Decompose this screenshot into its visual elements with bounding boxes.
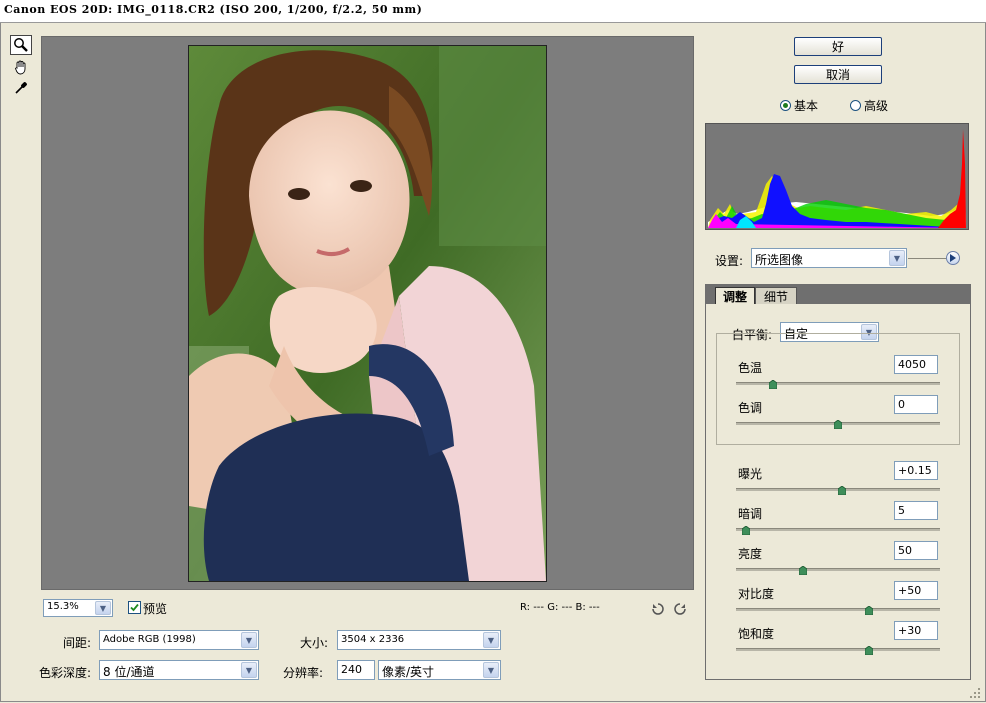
chevron-down-icon: ▼	[95, 601, 111, 615]
zoom-tool-button[interactable]	[10, 35, 32, 55]
saturation-slider-thumb[interactable]	[864, 644, 873, 656]
saturation-label: 饱和度	[738, 627, 775, 641]
checkmark-icon	[130, 603, 139, 612]
chevron-down-icon: ▼	[241, 632, 257, 648]
histogram	[705, 123, 969, 230]
color-space-value: Adobe RGB (1998)	[103, 634, 196, 645]
photo-image	[189, 46, 546, 581]
bit-depth-value: 8 位/通道	[103, 665, 155, 679]
shadows-input[interactable]: 5	[894, 501, 938, 520]
cancel-button[interactable]: 取消	[794, 65, 882, 84]
size-value: 3504 x 2336	[341, 634, 405, 645]
preview-checkbox[interactable]	[128, 601, 141, 614]
temp-label: 色温	[738, 361, 763, 375]
settings-value: 所选图像	[755, 253, 804, 267]
size-label: 大小:	[300, 636, 329, 650]
hand-icon	[15, 60, 26, 75]
radio-selected-indicator	[780, 100, 791, 111]
play-arrow-icon	[950, 254, 956, 262]
chevron-down-icon: ▼	[241, 662, 257, 678]
mode-advanced-radio[interactable]: 高级	[850, 97, 888, 114]
resolution-input[interactable]: 240	[337, 660, 375, 680]
color-space-select[interactable]: Adobe RGB (1998) ▼	[99, 630, 259, 650]
temp-slider-thumb[interactable]	[768, 378, 778, 390]
rgb-readout: R: --- G: --- B: ---	[520, 602, 600, 613]
mode-basic-label: 基本	[794, 99, 819, 113]
bit-depth-select[interactable]: 8 位/通道 ▼	[99, 660, 259, 680]
exposure-slider-thumb[interactable]	[837, 484, 847, 496]
radio-unselected-indicator	[850, 100, 861, 111]
title-bar: Canon EOS 20D: IMG_0118.CR2 (ISO 200, 1/…	[0, 0, 986, 23]
settings-divider	[908, 258, 946, 259]
tab-detail[interactable]: 细节	[755, 287, 797, 304]
exposure-label: 曝光	[738, 467, 763, 481]
size-select[interactable]: 3504 x 2336 ▼	[337, 630, 501, 650]
brightness-label: 亮度	[738, 547, 763, 561]
temp-input[interactable]: 4050	[894, 355, 938, 374]
shadows-label: 暗调	[738, 507, 763, 521]
adjustment-panel: 调整 细节 白平衡: 自定 ▼ 色温 4050 色调 0 曝光 +0.15 暗调 5 亮度 50 对…	[705, 284, 971, 680]
zoom-select[interactable]: 15.3% ▼	[43, 599, 113, 617]
zoom-value: 15.3%	[47, 601, 79, 612]
rotate-left-icon	[652, 603, 664, 615]
contrast-slider-thumb[interactable]	[864, 604, 873, 616]
rotate-right-icon	[674, 603, 686, 615]
settings-label: 设置:	[715, 254, 744, 268]
settings-select[interactable]: 所选图像 ▼	[751, 248, 907, 268]
chevron-down-icon: ▼	[483, 662, 499, 678]
brightness-slider-thumb[interactable]	[798, 564, 808, 576]
chevron-down-icon: ▼	[889, 250, 905, 266]
tint-input[interactable]: 0	[894, 395, 938, 414]
brightness-slider-track[interactable]	[736, 568, 940, 571]
window-title: Canon EOS 20D: IMG_0118.CR2 (ISO 200, 1/…	[4, 3, 423, 16]
settings-menu-button[interactable]	[946, 251, 960, 265]
contrast-slider-track[interactable]	[736, 608, 940, 611]
tint-label: 色调	[738, 401, 763, 415]
shadows-slider-thumb[interactable]	[741, 524, 751, 536]
tab-adjust[interactable]: 调整	[715, 287, 755, 304]
raw-photo-preview[interactable]	[188, 45, 547, 582]
preview-label: 预览	[143, 602, 168, 616]
resize-grip-icon	[970, 688, 980, 698]
saturation-input[interactable]: +30	[894, 621, 938, 640]
temp-slider-track[interactable]	[736, 382, 940, 385]
brightness-input[interactable]: 50	[894, 541, 938, 560]
hand-tool-button[interactable]	[10, 57, 32, 77]
shadows-slider-track[interactable]	[736, 528, 940, 531]
tint-slider-thumb[interactable]	[833, 418, 843, 430]
exposure-input[interactable]: +0.15	[894, 461, 938, 480]
magnifier-icon	[14, 38, 28, 52]
histogram-graph	[708, 129, 966, 228]
contrast-label: 对比度	[738, 587, 775, 601]
depth-label: 色彩深度:	[39, 666, 92, 680]
resolution-unit-select[interactable]: 像素/英寸 ▼	[378, 660, 501, 680]
space-label: 间距:	[63, 636, 92, 650]
resolution-unit-value: 像素/英寸	[382, 665, 435, 679]
resize-grip[interactable]	[968, 686, 982, 700]
mode-basic-radio[interactable]: 基本	[780, 97, 818, 114]
mode-advanced-label: 高级	[864, 99, 889, 113]
resolution-label: 分辨率:	[283, 666, 324, 680]
chevron-down-icon: ▼	[483, 632, 499, 648]
contrast-input[interactable]: +50	[894, 581, 938, 600]
eyedropper-icon	[15, 82, 27, 94]
eyedropper-tool-button[interactable]	[10, 78, 32, 98]
rotate-right-button[interactable]	[673, 602, 687, 616]
ok-button[interactable]: 好	[794, 37, 882, 56]
rotate-left-button[interactable]	[651, 602, 665, 616]
saturation-slider-track[interactable]	[736, 648, 940, 651]
